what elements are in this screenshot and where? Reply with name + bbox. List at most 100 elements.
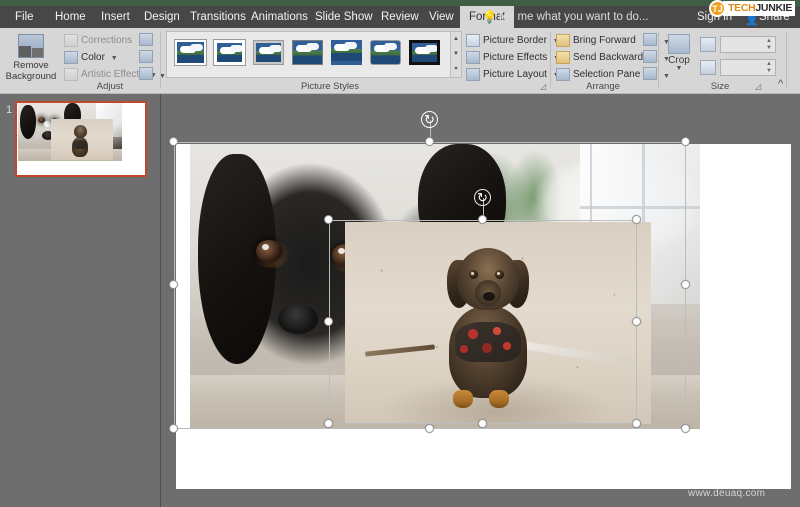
picture-effects-button[interactable]: Picture Effects ▼ [466, 50, 560, 65]
width-spinner-icon[interactable]: ▲ ▼ [765, 61, 773, 75]
group-objects-icon [643, 50, 657, 63]
front-handle-bottom-right[interactable] [632, 419, 641, 428]
gallery-scroll-up-icon[interactable]: ▲ [451, 32, 461, 47]
front-handle-bottom-left[interactable] [324, 419, 333, 428]
slide-number-label: 1 [6, 104, 13, 116]
dog-ear-left [20, 105, 36, 139]
shape-width-icon [700, 60, 716, 75]
gallery-more-icon[interactable]: ▾ [451, 62, 461, 77]
selection-pane-label: Selection Pane [573, 69, 641, 80]
color-icon [64, 51, 78, 64]
chevron-up-icon[interactable]: ^ [778, 78, 783, 90]
send-backward-button[interactable]: Send Backward ▼ [556, 50, 656, 65]
dapple-dog [68, 125, 92, 158]
dog-head [74, 125, 87, 138]
picture-effects-icon [466, 51, 480, 64]
bring-forward-button[interactable]: Bring Forward ▼ [556, 33, 649, 48]
align-objects-icon [643, 33, 657, 46]
picture-styles-gallery[interactable] [166, 31, 451, 78]
lightbulb-icon: 💡 [482, 10, 497, 24]
back-handle-bottom-left[interactable] [169, 424, 178, 433]
picture-style-thumb-2[interactable] [213, 39, 246, 66]
shape-height-value [721, 42, 725, 53]
front-handle-top-left[interactable] [324, 215, 333, 224]
tab-file[interactable]: File [6, 6, 43, 28]
slide-canvas[interactable]: ↻ ↻ [161, 94, 800, 507]
color-button[interactable]: Color ▼ [64, 50, 118, 65]
remove-background-icon [18, 34, 44, 58]
height-spinner-icon[interactable]: ▲ ▼ [765, 38, 773, 52]
front-handle-middle-left[interactable] [324, 317, 333, 326]
site-watermark: www.deuaq.com [688, 488, 766, 499]
color-label: Color [81, 52, 105, 63]
shape-width-input[interactable]: ▲ ▼ [720, 59, 776, 76]
dapple-dog [431, 248, 543, 408]
crop-button[interactable]: Crop ▼ [662, 32, 696, 80]
picture-style-thumb-3[interactable] [253, 40, 284, 65]
powerpoint-window: File Home Insert Design Transitions Anim… [0, 0, 800, 507]
send-backward-label: Send Backward [573, 52, 644, 63]
tell-me-search[interactable]: 💡 Tell me what you want to do... [477, 6, 692, 28]
dog-nose [278, 304, 318, 334]
shape-height-icon [700, 37, 716, 52]
back-handle-middle-left[interactable] [169, 280, 178, 289]
dog-paw-left [453, 390, 473, 408]
chevron-down-icon: ▼ [675, 65, 683, 72]
picture-border-label: Picture Border [483, 35, 547, 46]
shape-width-row: ▲ ▼ [700, 59, 780, 77]
change-picture-button[interactable] [139, 50, 155, 65]
gallery-scroll-down-icon[interactable]: ▼ [451, 47, 461, 62]
dog-eye-left [256, 240, 282, 262]
back-handle-middle-right[interactable] [681, 280, 690, 289]
gallery-scroll-buttons[interactable]: ▲ ▼ ▾ [451, 31, 462, 78]
tab-home[interactable]: Home [46, 6, 95, 28]
techjunkie-word-junkie: JUNKIE [755, 2, 793, 14]
landscape-thumb-icon [292, 40, 323, 65]
shape-height-input[interactable]: ▲ ▼ [720, 36, 776, 53]
slide-thumbnail-1[interactable] [15, 101, 147, 177]
rotate-objects-icon [643, 67, 657, 80]
size-dialog-launcher[interactable]: ◿ [755, 80, 761, 94]
picture-style-thumb-7[interactable] [409, 40, 440, 65]
dog-eye-right [495, 270, 504, 279]
group-button[interactable]: ▼ [643, 50, 670, 65]
thumb-front-photo [51, 119, 113, 160]
picture-border-button[interactable]: Picture Border ▼ [466, 33, 560, 48]
front-handle-middle-right[interactable] [632, 317, 641, 326]
back-handle-top-center[interactable] [425, 137, 434, 146]
bring-forward-label: Bring Forward [573, 35, 636, 46]
front-handle-top-center[interactable] [478, 215, 487, 224]
back-handle-top-left[interactable] [169, 137, 178, 146]
picture-border-icon [466, 34, 480, 47]
back-handle-bottom-center[interactable] [425, 424, 434, 433]
back-photo-rotate-handle-icon[interactable]: ↻ [421, 111, 438, 128]
front-photo-dapple-dachshund[interactable] [345, 222, 651, 424]
reset-picture-icon [139, 67, 153, 80]
tab-view[interactable]: View [420, 6, 463, 28]
corrections-label: Corrections [81, 35, 133, 46]
front-photo-rotate-handle-icon[interactable]: ↻ [474, 189, 491, 206]
dog-eye-left [38, 117, 51, 127]
compress-pictures-button[interactable] [139, 33, 155, 48]
techjunkie-watermark-logo: TJ TECHJUNKIE [709, 0, 800, 17]
picture-layout-label: Picture Layout [483, 69, 547, 80]
tab-slide-show[interactable]: Slide Show [306, 6, 382, 28]
back-handle-bottom-right[interactable] [681, 424, 690, 433]
front-handle-bottom-center[interactable] [478, 419, 487, 428]
tab-insert[interactable]: Insert [92, 6, 139, 28]
picture-style-thumb-5[interactable] [331, 40, 362, 65]
landscape-thumb-icon [409, 40, 440, 65]
align-button[interactable]: ▼ [643, 33, 670, 48]
remove-background-button[interactable]: Remove Background [3, 32, 59, 82]
front-handle-top-right[interactable] [632, 215, 641, 224]
change-picture-icon [139, 50, 153, 63]
group-label-size: Size [710, 81, 730, 92]
back-handle-top-right[interactable] [681, 137, 690, 146]
corrections-button[interactable]: Corrections ▼ [64, 33, 145, 48]
picture-styles-dialog-launcher[interactable]: ◿ [540, 80, 546, 94]
picture-style-thumb-1[interactable] [174, 39, 207, 66]
dog-harness-floral [455, 322, 521, 362]
group-label-arrange: Arrange [586, 81, 620, 92]
picture-style-thumb-6[interactable] [370, 40, 401, 65]
picture-style-thumb-4[interactable] [292, 40, 323, 65]
